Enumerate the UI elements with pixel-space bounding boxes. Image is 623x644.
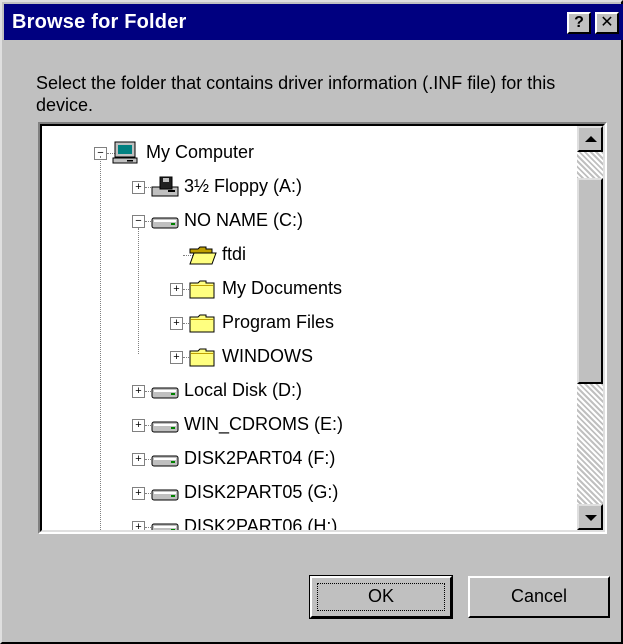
tree-item[interactable]: − NO NAME (C:) [42,206,582,234]
help-button[interactable]: ? [567,12,591,34]
tree-item-label: NO NAME (C:) [184,210,303,230]
ok-button-label: OK [367,586,394,606]
hard-drive-icon [150,515,180,530]
expander-toggle[interactable]: + [132,385,145,398]
close-button[interactable]: ✕ [595,12,619,34]
floppy-drive-icon [150,175,180,204]
scroll-up-button[interactable] [577,126,603,152]
folder-icon [188,311,218,340]
tree-item[interactable]: + Local Disk (D:) [42,376,582,404]
arrow-down-icon [585,515,597,521]
instructions-text: Select the folder that contains driver i… [36,73,556,115]
tree-item-label: 3½ Floppy (A:) [184,176,303,196]
tree-item[interactable]: + My Documents [42,274,582,302]
folder-icon [188,277,218,306]
tree-item[interactable]: + WIN_CDROMS (E:) [42,410,582,438]
tree-item-label: DISK2PART04 (F:) [184,448,336,468]
tree-item[interactable]: + DISK2PART04 (F:) [42,444,582,472]
tree-item-label: DISK2PART06 (H:) [184,516,338,532]
vertical-scrollbar[interactable] [577,126,603,530]
expander-toggle[interactable]: + [170,317,183,330]
scroll-down-button[interactable] [577,504,603,530]
tree-item[interactable]: + Program Files [42,308,582,336]
scroll-thumb[interactable] [577,178,603,384]
expander-toggle[interactable]: + [132,453,145,466]
expander-toggle[interactable]: − [132,215,145,228]
tree-item-label: My Computer [146,142,255,162]
title-bar[interactable]: Browse for Folder ? ✕ [4,4,623,40]
expander-toggle[interactable]: + [132,419,145,432]
tree-item[interactable]: + WINDOWS [42,342,582,370]
arrow-up-icon [585,136,597,142]
folder-tree[interactable]: − My Computer + 3½ Floppy (A:) − NO NAME… [38,122,607,534]
tree-item[interactable]: + 3½ Floppy (A:) [42,172,582,200]
expander-toggle[interactable]: + [132,181,145,194]
tree-item-label: ftdi [222,244,247,264]
tree-item-label: DISK2PART05 (G:) [184,482,339,502]
expander-toggle[interactable]: + [132,487,145,500]
hard-drive-icon [150,447,180,476]
hard-drive-icon [150,379,180,408]
cancel-button[interactable]: Cancel [468,576,610,618]
expander-toggle[interactable]: + [170,351,183,364]
hard-drive-icon [150,209,180,238]
tree-item-label: WIN_CDROMS (E:) [184,414,343,434]
tree-item-label: Local Disk (D:) [184,380,303,400]
tree-item-label: My Documents [222,278,343,298]
folder-open-icon [188,243,218,272]
cancel-button-label: Cancel [510,586,568,606]
expander-toggle[interactable]: + [170,283,183,296]
folder-icon [188,345,218,374]
hard-drive-icon [150,481,180,510]
computer-icon [112,141,142,170]
expander-toggle[interactable]: + [132,521,145,530]
tree-item[interactable]: ftdi [42,240,582,268]
tree-item[interactable]: + DISK2PART06 (H:) [42,512,582,532]
browse-for-folder-dialog: Browse for Folder ? ✕ Select the folder … [0,0,623,644]
tree-item-label: Program Files [222,312,335,332]
tree-item[interactable]: + DISK2PART05 (G:) [42,478,582,506]
window-title: Browse for Folder [12,11,187,33]
hard-drive-icon [150,413,180,442]
tree-item[interactable]: − My Computer [42,138,582,166]
tree-item-label: WINDOWS [222,346,313,366]
ok-button[interactable]: OK [309,575,453,619]
tree-rows-container: − My Computer + 3½ Floppy (A:) − NO NAME… [42,126,582,532]
